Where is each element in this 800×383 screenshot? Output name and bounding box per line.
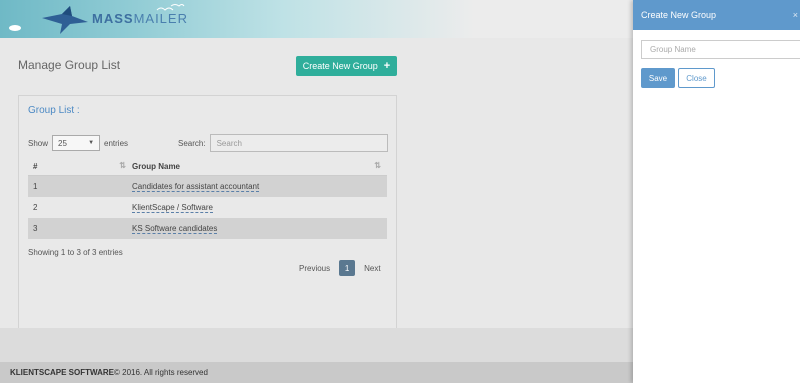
footer: KLIENTSCAPE SOFTWARE © 2016. All rights … [0, 362, 633, 383]
drawer-title: Create New Group [641, 10, 717, 20]
table-row: 3 KS Software candidates [28, 218, 387, 239]
previous-page-link[interactable]: Previous [299, 264, 330, 273]
sort-icon: ⇅ [374, 160, 381, 170]
close-button[interactable]: Close [678, 68, 715, 88]
cloud-icon [9, 25, 21, 31]
table-header: # ⇅ Group Name ⇅ [28, 157, 387, 176]
entries-select[interactable]: 25 ▼ [52, 135, 101, 151]
table-info: Showing 1 to 3 of 3 entries [28, 248, 123, 257]
group-name-link[interactable]: Candidates for assistant accountant [132, 182, 387, 192]
create-button-label: Create New Group [302, 61, 378, 71]
group-table: # ⇅ Group Name ⇅ 1 Candidates for assist… [28, 157, 387, 239]
page-title: Manage Group List [18, 58, 121, 72]
group-list-panel: Group List : Show 25 ▼ entries Search: S… [18, 95, 397, 336]
panel-title: Group List : [28, 105, 80, 116]
next-page-link[interactable]: Next [364, 264, 380, 273]
small-birds-icon [156, 4, 185, 11]
plus-icon: + [383, 60, 391, 72]
footer-rights: © 2016. All rights reserved [114, 368, 208, 377]
entries-label: entries [104, 138, 129, 148]
bird-logo-icon [42, 6, 88, 34]
chevron-down-icon: ▼ [88, 140, 95, 146]
group-name-placeholder: Group Name [650, 45, 696, 54]
search-placeholder: Search [216, 138, 242, 148]
create-new-group-button[interactable]: Create New Group + [296, 56, 397, 76]
drawer-header: Create New Group × [633, 0, 800, 30]
table-row: 2 KlientScape / Software [28, 197, 387, 218]
close-icon[interactable]: × [793, 10, 798, 20]
top-header: MASSMAILER [0, 0, 633, 38]
footer-band [0, 328, 633, 362]
show-label: Show [28, 138, 49, 148]
save-button[interactable]: Save [641, 68, 675, 88]
search-input[interactable]: Search [209, 134, 388, 152]
group-name-link[interactable]: KS Software candidates [132, 224, 387, 234]
sort-icon: ⇅ [119, 160, 126, 170]
row-number: 3 [33, 224, 38, 233]
page-length-control: Show 25 ▼ entries [28, 135, 128, 151]
table-row: 1 Candidates for assistant accountant [28, 176, 387, 197]
row-number: 2 [33, 203, 38, 212]
group-name-input[interactable]: Group Name [641, 40, 800, 59]
column-header-number[interactable]: # ⇅ [28, 160, 132, 171]
footer-company: KLIENTSCAPE SOFTWARE [10, 368, 115, 377]
search-label: Search: [178, 138, 206, 148]
main-content: Manage Group List Create New Group + Gro… [0, 38, 633, 336]
search-control: Search: Search [178, 134, 388, 152]
column-header-group-name[interactable]: Group Name ⇅ [132, 160, 387, 171]
pagination: Previous 1 Next [299, 260, 381, 276]
entries-select-value: 25 [58, 138, 67, 148]
create-group-drawer: Create New Group × Group Name Save Close [633, 0, 800, 383]
row-number: 1 [33, 182, 38, 191]
page-number-current[interactable]: 1 [339, 260, 356, 276]
group-name-link[interactable]: KlientScape / Software [132, 203, 387, 213]
